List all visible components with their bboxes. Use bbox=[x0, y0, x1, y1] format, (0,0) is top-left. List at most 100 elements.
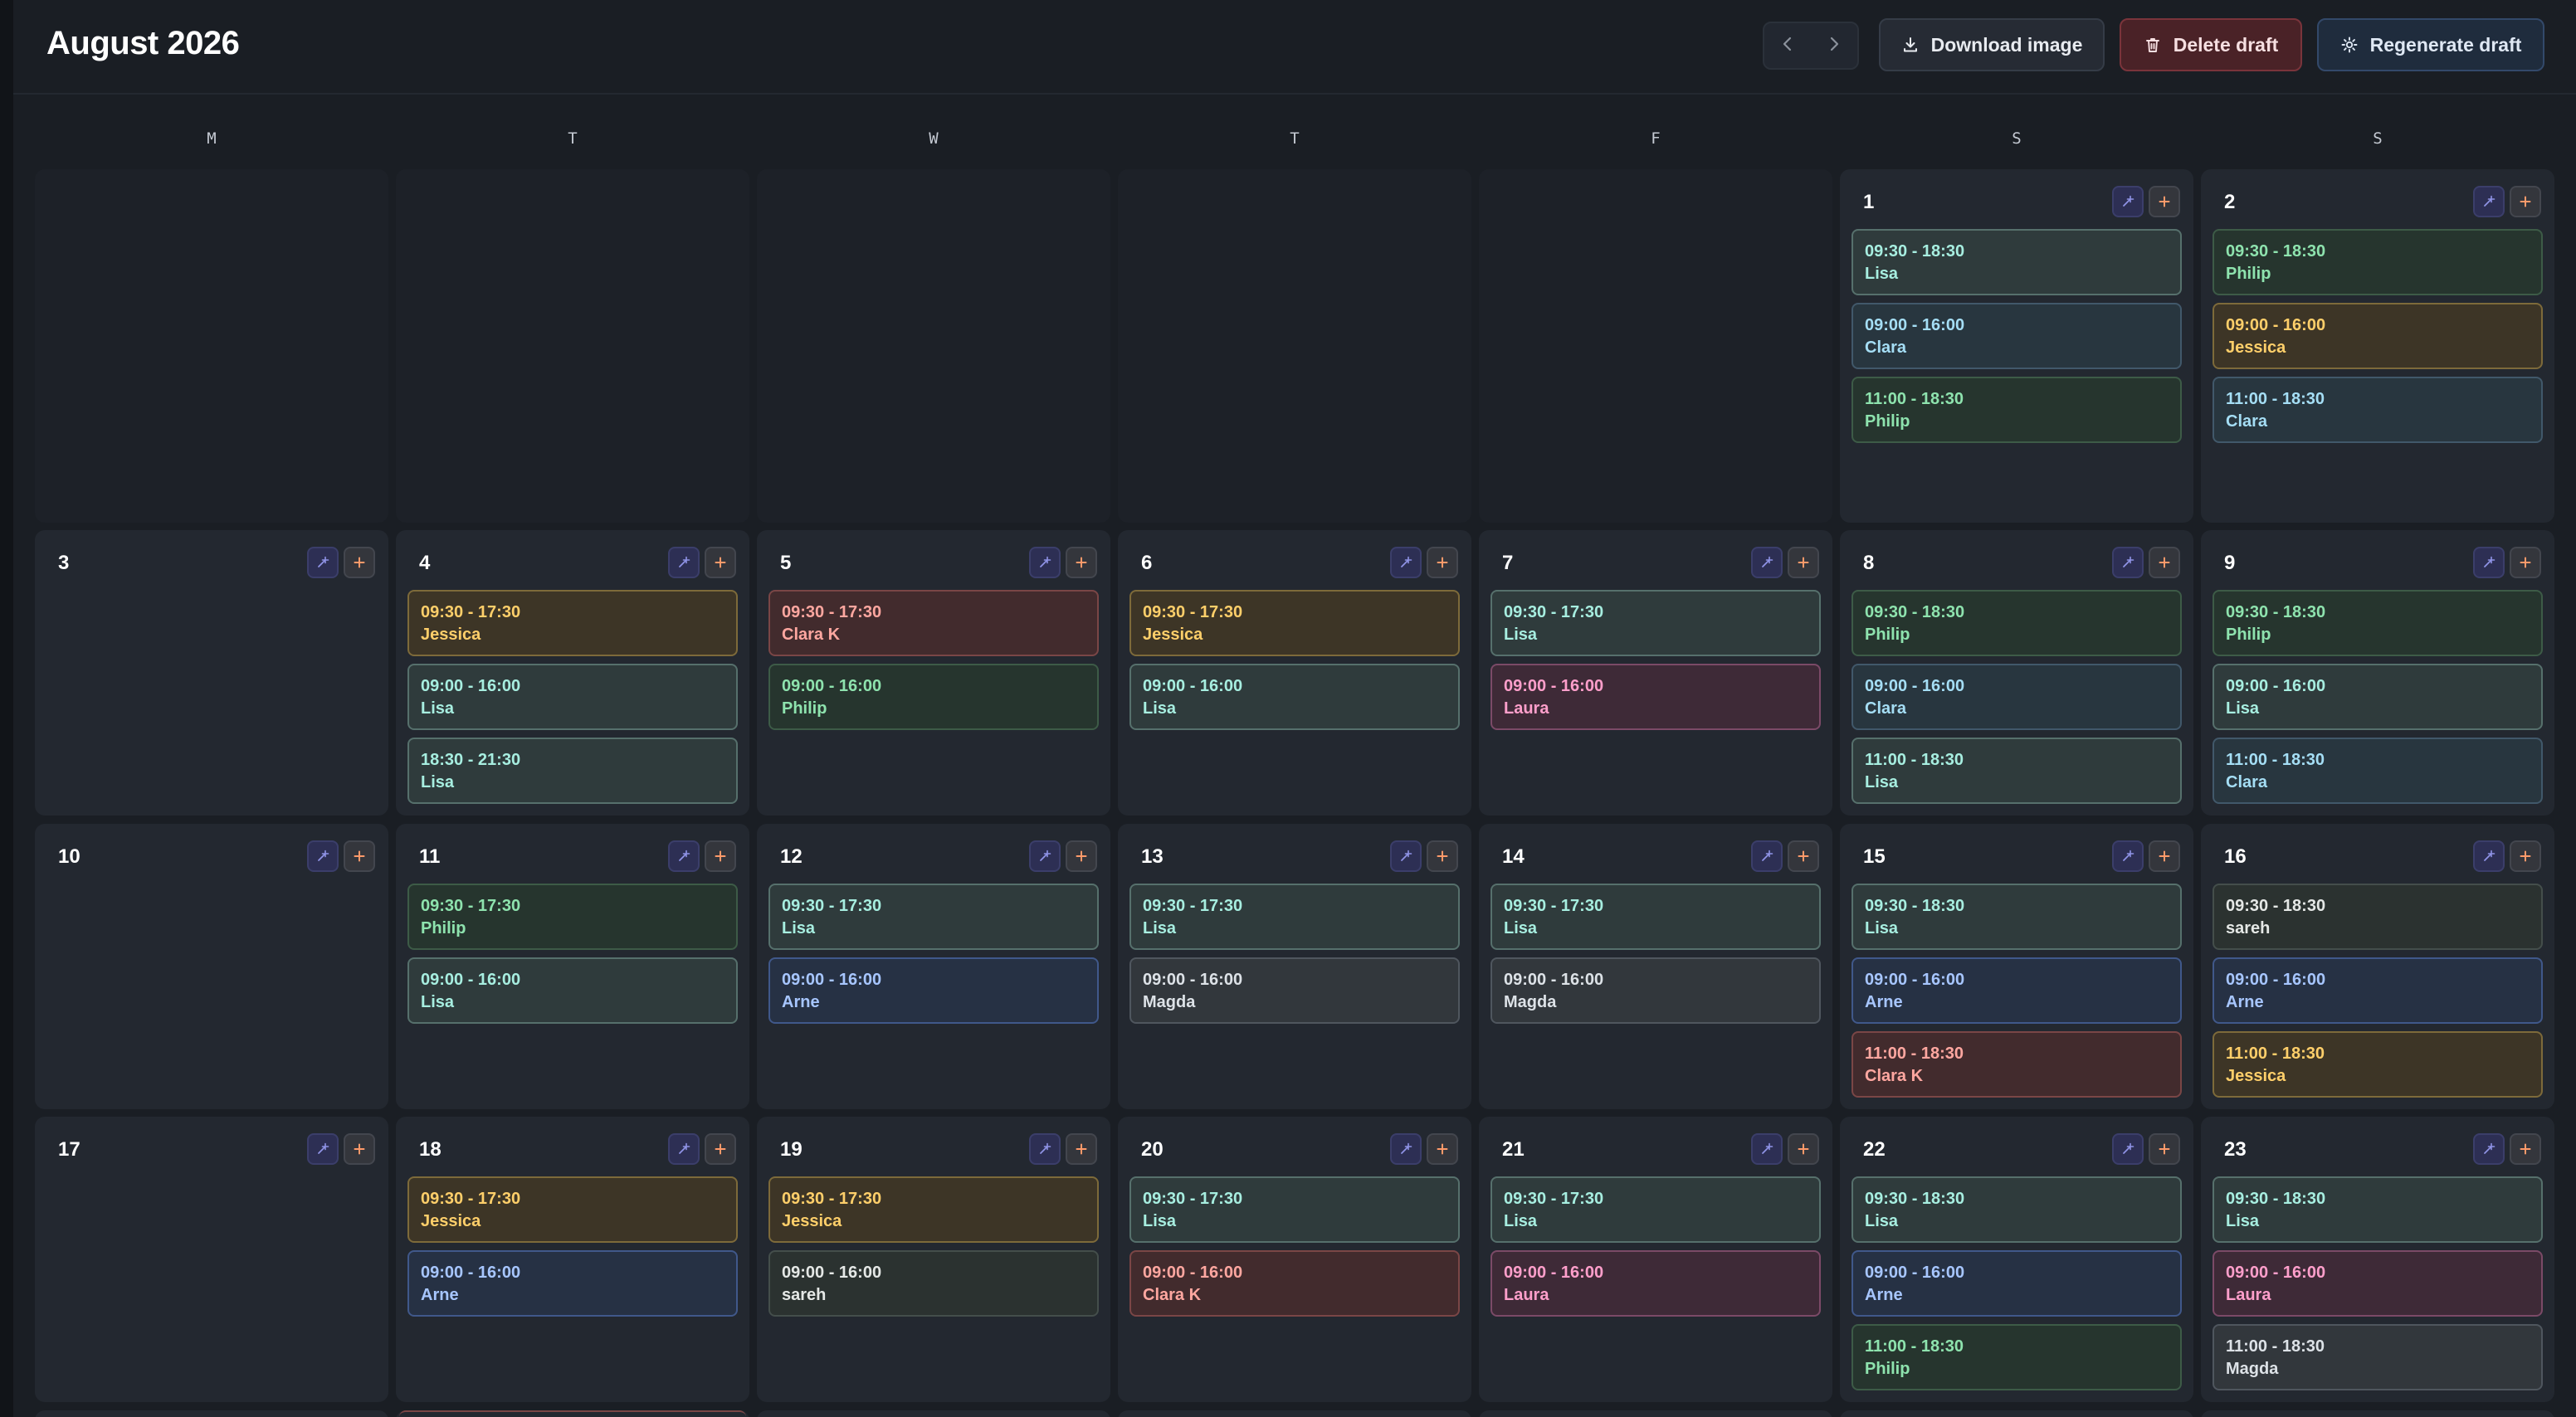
shift-card[interactable]: 09:00 - 16:00 Lisa bbox=[2213, 664, 2543, 730]
download-image-button[interactable]: Download image bbox=[1879, 18, 2105, 71]
shift-card[interactable]: 11:00 - 18:30 Clara K bbox=[1852, 1031, 2182, 1098]
shift-card[interactable]: 09:00 - 16:00 sareh bbox=[768, 1250, 1099, 1317]
add-shift-button[interactable] bbox=[1427, 840, 1458, 872]
shift-card[interactable]: 09:00 - 16:00 Laura bbox=[2213, 1250, 2543, 1317]
shift-card-partial[interactable] bbox=[399, 1410, 746, 1417]
add-shift-button[interactable] bbox=[1066, 1133, 1097, 1165]
shift-card[interactable]: 09:00 - 16:00 Philip bbox=[768, 664, 1099, 730]
add-shift-button[interactable] bbox=[1427, 1133, 1458, 1165]
day-cell-partial[interactable] bbox=[396, 1410, 749, 1417]
auto-fill-day-button[interactable] bbox=[1751, 840, 1783, 872]
day-cell-partial[interactable] bbox=[1118, 1410, 1471, 1417]
day-cell[interactable]: 12 09:30 - 17:30 Lisa 09:00 - 16:00 Arne bbox=[757, 824, 1110, 1109]
auto-fill-day-button[interactable] bbox=[2112, 547, 2144, 578]
auto-fill-day-button[interactable] bbox=[307, 840, 339, 872]
add-shift-button[interactable] bbox=[344, 547, 375, 578]
day-cell[interactable]: 22 09:30 - 18:30 Lisa 09:00 - 16:00 Arne 11:0… bbox=[1840, 1117, 2193, 1402]
shift-card[interactable]: 09:00 - 16:00 Lisa bbox=[407, 957, 738, 1024]
day-cell[interactable]: 13 09:30 - 17:30 Lisa 09:00 - 16:00 Magda bbox=[1118, 824, 1471, 1109]
auto-fill-day-button[interactable] bbox=[2112, 1133, 2144, 1165]
delete-draft-button[interactable]: Delete draft bbox=[2120, 18, 2302, 71]
shift-card[interactable]: 09:00 - 16:00 Lisa bbox=[1129, 664, 1460, 730]
auto-fill-day-button[interactable] bbox=[1029, 547, 1061, 578]
auto-fill-day-button[interactable] bbox=[1751, 547, 1783, 578]
add-shift-button[interactable] bbox=[2510, 547, 2541, 578]
day-cell[interactable]: 6 09:30 - 17:30 Jessica 09:00 - 16:00 Lisa bbox=[1118, 530, 1471, 816]
auto-fill-day-button[interactable] bbox=[1390, 547, 1422, 578]
shift-card[interactable]: 09:30 - 17:30 Clara K bbox=[768, 590, 1099, 656]
shift-card[interactable]: 09:00 - 16:00 Clara K bbox=[1129, 1250, 1460, 1317]
auto-fill-day-button[interactable] bbox=[1390, 1133, 1422, 1165]
shift-card[interactable]: 09:00 - 16:00 Jessica bbox=[2213, 303, 2543, 369]
add-shift-button[interactable] bbox=[2149, 840, 2180, 872]
shift-card[interactable]: 09:30 - 18:30 Lisa bbox=[2213, 1176, 2543, 1243]
shift-card[interactable]: 09:30 - 17:30 Lisa bbox=[1129, 1176, 1460, 1243]
shift-card[interactable]: 09:30 - 18:30 Lisa bbox=[1852, 884, 2182, 950]
shift-card[interactable]: 11:00 - 18:30 Clara bbox=[2213, 377, 2543, 443]
shift-card[interactable]: 09:00 - 16:00 Arne bbox=[2213, 957, 2543, 1024]
add-shift-button[interactable] bbox=[705, 547, 736, 578]
previous-month-button[interactable] bbox=[1764, 23, 1811, 68]
add-shift-button[interactable] bbox=[2510, 840, 2541, 872]
shift-card[interactable]: 11:00 - 18:30 Magda bbox=[2213, 1324, 2543, 1390]
day-cell-partial[interactable] bbox=[1479, 1410, 1832, 1417]
auto-fill-day-button[interactable] bbox=[1751, 1133, 1783, 1165]
add-shift-button[interactable] bbox=[1427, 547, 1458, 578]
add-shift-button[interactable] bbox=[1066, 547, 1097, 578]
auto-fill-day-button[interactable] bbox=[2473, 840, 2505, 872]
day-cell[interactable]: 16 09:30 - 18:30 sareh 09:00 - 16:00 Arne 11:… bbox=[2201, 824, 2554, 1109]
day-cell[interactable]: 9 09:30 - 18:30 Philip 09:00 - 16:00 Lisa 11:… bbox=[2201, 530, 2554, 816]
shift-card[interactable]: 09:00 - 16:00 Arne bbox=[407, 1250, 738, 1317]
day-cell-partial[interactable] bbox=[757, 1410, 1110, 1417]
shift-card[interactable]: 09:00 - 16:00 Laura bbox=[1490, 664, 1821, 730]
day-cell[interactable]: 19 09:30 - 17:30 Jessica 09:00 - 16:00 sareh bbox=[757, 1117, 1110, 1402]
shift-card[interactable]: 09:30 - 18:30 Philip bbox=[2213, 590, 2543, 656]
day-cell[interactable]: 18 09:30 - 17:30 Jessica 09:00 - 16:00 Arne bbox=[396, 1117, 749, 1402]
day-cell[interactable]: 5 09:30 - 17:30 Clara K 09:00 - 16:00 Philip bbox=[757, 530, 1110, 816]
shift-card[interactable]: 09:00 - 16:00 Lisa bbox=[407, 664, 738, 730]
shift-card[interactable]: 09:30 - 17:30 Lisa bbox=[1490, 884, 1821, 950]
add-shift-button[interactable] bbox=[2149, 186, 2180, 217]
day-cell[interactable]: 1 09:30 - 18:30 Lisa 09:00 - 16:00 Clara 11:0… bbox=[1840, 169, 2193, 523]
shift-card[interactable]: 09:30 - 17:30 Philip bbox=[407, 884, 738, 950]
shift-card[interactable]: 09:00 - 16:00 Clara bbox=[1852, 664, 2182, 730]
day-cell[interactable]: 10 bbox=[35, 824, 388, 1109]
shift-card[interactable]: 09:30 - 17:30 Lisa bbox=[1490, 590, 1821, 656]
add-shift-button[interactable] bbox=[2510, 1133, 2541, 1165]
regenerate-draft-button[interactable]: Regenerate draft bbox=[2317, 18, 2544, 71]
shift-card[interactable]: 09:30 - 18:30 Lisa bbox=[1852, 229, 2182, 295]
shift-card[interactable]: 18:30 - 21:30 Lisa bbox=[407, 738, 738, 804]
day-cell[interactable]: 17 bbox=[35, 1117, 388, 1402]
auto-fill-day-button[interactable] bbox=[2473, 186, 2505, 217]
auto-fill-day-button[interactable] bbox=[1390, 840, 1422, 872]
add-shift-button[interactable] bbox=[705, 840, 736, 872]
auto-fill-day-button[interactable] bbox=[1029, 840, 1061, 872]
shift-card[interactable]: 09:00 - 16:00 Arne bbox=[768, 957, 1099, 1024]
add-shift-button[interactable] bbox=[344, 840, 375, 872]
add-shift-button[interactable] bbox=[2149, 547, 2180, 578]
shift-card[interactable]: 09:00 - 16:00 Magda bbox=[1129, 957, 1460, 1024]
shift-card[interactable]: 11:00 - 18:30 Lisa bbox=[1852, 738, 2182, 804]
day-cell[interactable]: 3 bbox=[35, 530, 388, 816]
auto-fill-day-button[interactable] bbox=[307, 1133, 339, 1165]
day-cell[interactable]: 21 09:30 - 17:30 Lisa 09:00 - 16:00 Laura bbox=[1479, 1117, 1832, 1402]
shift-card[interactable]: 09:00 - 16:00 Arne bbox=[1852, 1250, 2182, 1317]
shift-card[interactable]: 09:30 - 17:30 Jessica bbox=[768, 1176, 1099, 1243]
add-shift-button[interactable] bbox=[2510, 186, 2541, 217]
day-cell[interactable]: 15 09:30 - 18:30 Lisa 09:00 - 16:00 Arne 11:0… bbox=[1840, 824, 2193, 1109]
day-cell-partial[interactable] bbox=[35, 1410, 388, 1417]
shift-card[interactable]: 09:30 - 18:30 sareh bbox=[2213, 884, 2543, 950]
add-shift-button[interactable] bbox=[344, 1133, 375, 1165]
shift-card[interactable]: 09:30 - 17:30 Lisa bbox=[1490, 1176, 1821, 1243]
shift-card[interactable]: 09:30 - 17:30 Lisa bbox=[768, 884, 1099, 950]
day-cell[interactable]: 2 09:30 - 18:30 Philip 09:00 - 16:00 Jessica… bbox=[2201, 169, 2554, 523]
next-month-button[interactable] bbox=[1811, 23, 1857, 68]
auto-fill-day-button[interactable] bbox=[668, 1133, 700, 1165]
add-shift-button[interactable] bbox=[1066, 840, 1097, 872]
shift-card[interactable]: 09:00 - 16:00 Arne bbox=[1852, 957, 2182, 1024]
shift-card[interactable]: 09:30 - 18:30 Philip bbox=[2213, 229, 2543, 295]
shift-card[interactable]: 09:30 - 17:30 Jessica bbox=[407, 1176, 738, 1243]
auto-fill-day-button[interactable] bbox=[668, 840, 700, 872]
shift-card[interactable]: 09:30 - 17:30 Jessica bbox=[407, 590, 738, 656]
day-cell[interactable]: 11 09:30 - 17:30 Philip 09:00 - 16:00 Lisa bbox=[396, 824, 749, 1109]
